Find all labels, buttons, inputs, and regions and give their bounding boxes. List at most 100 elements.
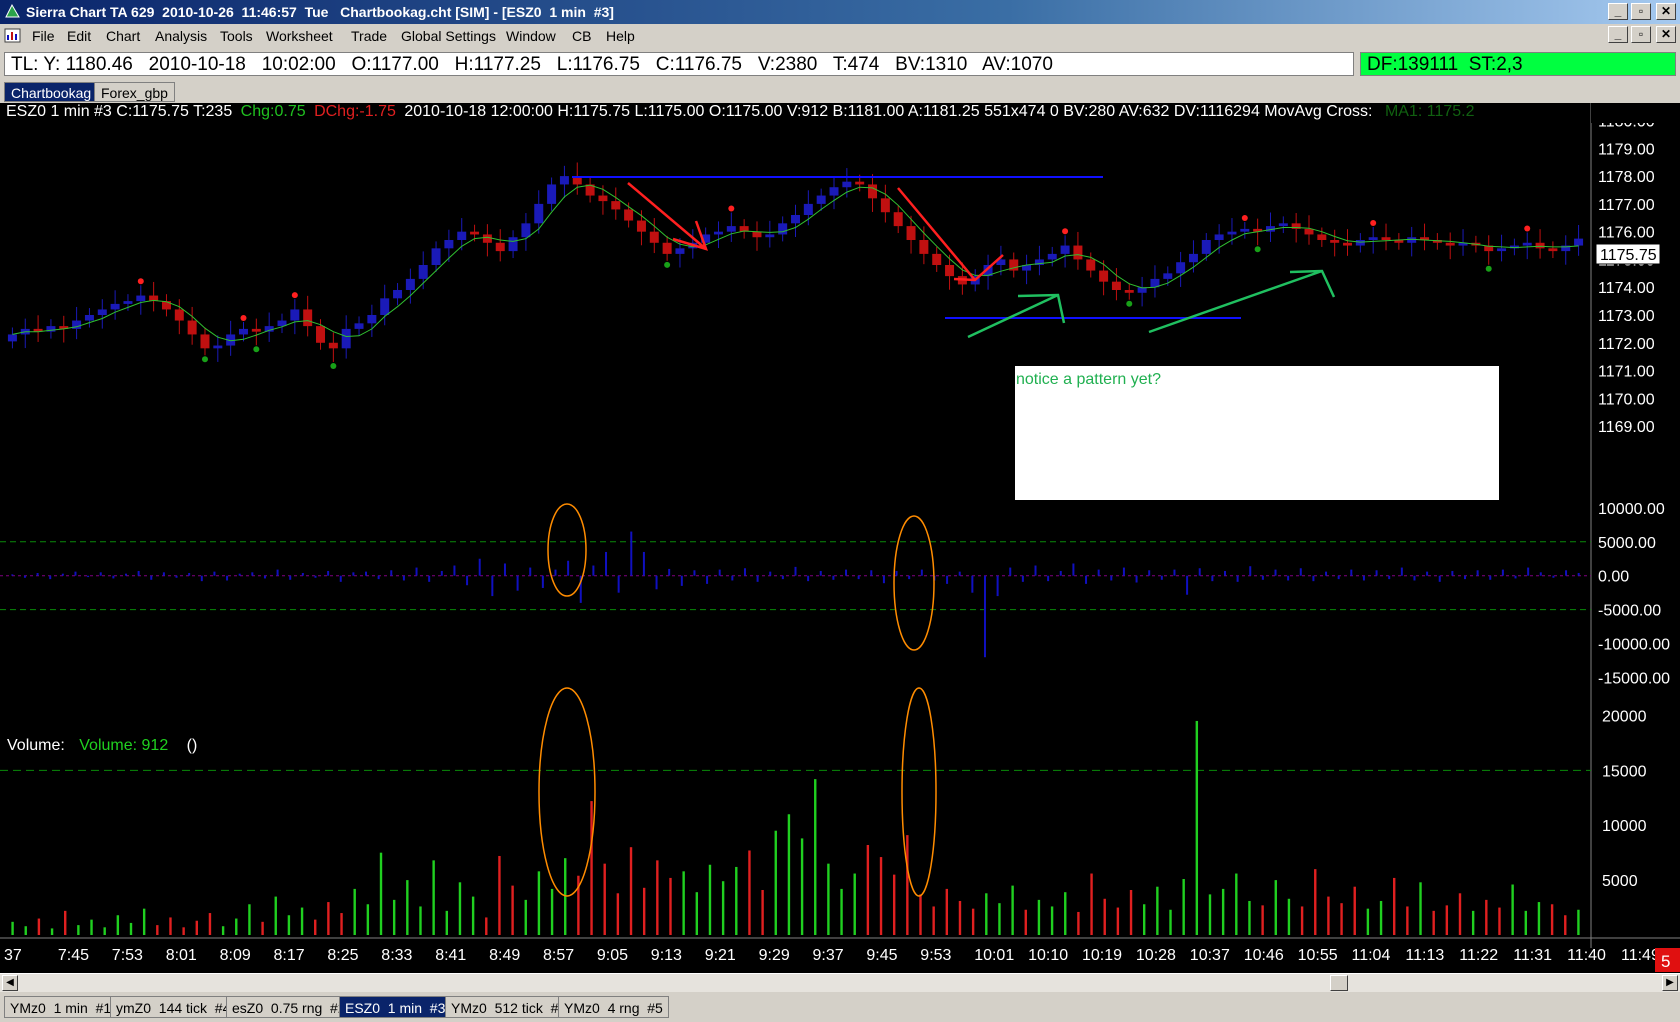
chartbook-tab-forex-gbp[interactable]: Forex_gbp — [94, 82, 175, 102]
delta-bar — [1426, 571, 1429, 576]
price-tick-label: 1169.00 — [1598, 419, 1655, 436]
delta-bar — [1009, 567, 1012, 576]
delta-bar — [112, 575, 115, 579]
delta-bars — [11, 531, 1580, 658]
chart-tab-ymz0-4rng[interactable]: YMz0 4 rng #5 — [558, 996, 669, 1018]
candle-body — [919, 240, 929, 254]
delta-bar — [200, 575, 203, 582]
menu-edit[interactable]: Edit — [67, 28, 91, 44]
candle-body — [675, 248, 685, 254]
chart-window-icon[interactable] — [4, 27, 21, 44]
volume-bar — [1011, 885, 1014, 935]
volume-bar — [90, 919, 93, 935]
price-tick-label: 1170.00 — [1598, 391, 1655, 408]
mdi-minimize-button[interactable]: _ — [1608, 26, 1628, 43]
volume-bar — [406, 880, 409, 935]
restore-button[interactable]: ▫ — [1631, 3, 1651, 20]
delta-bar — [845, 569, 848, 576]
candle-body — [482, 234, 492, 243]
candle-body — [906, 226, 916, 240]
swing-low-marker — [330, 362, 337, 369]
time-tick-label: 9:37 — [813, 947, 844, 964]
menu-tools[interactable]: Tools — [220, 28, 253, 44]
delta-bar — [440, 570, 443, 576]
time-tick-label: 8:25 — [327, 947, 358, 964]
candle-body — [110, 303, 120, 310]
delta-bar — [188, 573, 191, 576]
candle-body — [1355, 240, 1365, 246]
candle-body — [649, 231, 659, 243]
volume-bar — [682, 871, 685, 935]
chartbook-tab-chartbookag[interactable]: Chartbookag — [4, 82, 99, 102]
menu-global-settings[interactable]: Global Settings — [401, 28, 496, 44]
mdi-close-button[interactable]: ✕ — [1656, 26, 1676, 43]
volume-bar — [774, 830, 777, 935]
highlight-ellipse-delta-1[interactable] — [547, 503, 587, 597]
delta-bar — [1148, 570, 1151, 576]
menu-help[interactable]: Help — [606, 28, 635, 44]
chart-canvas[interactable]: 1180.001179.001178.001177.001176.001175.… — [0, 103, 1680, 973]
chart-tab-esz0-rng[interactable]: esZ0 0.75 rng #2 — [226, 996, 352, 1018]
time-tick-label: 10:19 — [1082, 947, 1122, 964]
volume-bar — [735, 866, 738, 935]
green-arrow-1[interactable] — [967, 293, 1066, 339]
swing-high-marker — [728, 205, 735, 212]
delta-bar — [238, 573, 241, 576]
candle-body — [816, 195, 826, 204]
menu-chart[interactable]: Chart — [106, 28, 140, 44]
menu-file[interactable]: File — [32, 28, 55, 44]
menu-analysis[interactable]: Analysis — [155, 28, 207, 44]
delta-bar — [1539, 572, 1542, 576]
delta-bar — [1249, 566, 1252, 576]
candle-body — [932, 253, 942, 265]
close-button[interactable]: ✕ — [1656, 3, 1676, 20]
time-tick-label: 10:28 — [1136, 947, 1176, 964]
volume-bar — [24, 926, 27, 935]
scroll-thumb[interactable] — [1330, 975, 1348, 991]
chart-tab-ymz0-512tick[interactable]: YMz0 512 tick #6 — [445, 996, 573, 1018]
time-tick-label: 8:57 — [543, 947, 574, 964]
highlight-ellipse-volume-2[interactable] — [901, 687, 937, 897]
minimize-button[interactable]: _ — [1608, 3, 1628, 20]
candle-body — [457, 231, 467, 240]
chart-tab-esz0-1min[interactable]: ESZ0 1 min #3 — [339, 996, 452, 1018]
green-arrow-2[interactable] — [1148, 269, 1336, 334]
scroll-left-icon[interactable]: ◀ — [2, 975, 18, 991]
delta-bar — [1287, 575, 1290, 581]
delta-bar — [1476, 570, 1479, 576]
delta-bar — [1236, 575, 1239, 582]
volume-bar — [1564, 915, 1567, 935]
chart-tab-ymz0-1min[interactable]: YMz0 1 min #1 — [4, 996, 118, 1018]
tool-info-bar: TL: Y: 1180.46 2010-10-18 10:02:00 O:117… — [4, 52, 1354, 76]
menu-worksheet[interactable]: Worksheet — [266, 28, 333, 44]
mdi-restore-button[interactable]: ▫ — [1631, 26, 1651, 43]
volume-header-paren: () — [187, 737, 198, 754]
candle-body — [547, 184, 557, 204]
horizontal-scrollbar[interactable]: ◀ ▶ — [0, 973, 1680, 992]
volume-bar — [274, 896, 277, 935]
candle-body — [444, 240, 454, 249]
volume-bar — [814, 779, 817, 935]
volume-bar — [945, 888, 949, 935]
delta-bar — [61, 573, 64, 576]
highlight-ellipse-delta-2[interactable] — [893, 515, 935, 651]
volume-bar — [1248, 900, 1251, 935]
volume-bar — [1287, 898, 1291, 935]
candle-body — [1497, 248, 1507, 252]
chart-tab-ymz0-144tick[interactable]: ymZ0 144 tick #4 — [110, 996, 237, 1018]
highlight-ellipse-volume-1[interactable] — [538, 687, 596, 897]
scroll-right-icon[interactable]: ▶ — [1662, 975, 1678, 991]
volume-bar — [37, 918, 41, 935]
volume-bar — [392, 899, 396, 935]
delta-tick-label: 0.00 — [1598, 569, 1629, 586]
candle-body — [393, 290, 403, 299]
delta-bar — [1375, 570, 1378, 576]
candle-body — [521, 223, 531, 238]
chart-area[interactable]: 1180.001179.001178.001177.001176.001175.… — [0, 103, 1680, 973]
menu-cb[interactable]: CB — [572, 28, 591, 44]
menu-window[interactable]: Window — [506, 28, 556, 44]
menu-trade[interactable]: Trade — [351, 28, 387, 44]
volume-bar — [1406, 906, 1409, 935]
volume-bar — [919, 894, 922, 935]
volume-bar — [1577, 909, 1580, 935]
